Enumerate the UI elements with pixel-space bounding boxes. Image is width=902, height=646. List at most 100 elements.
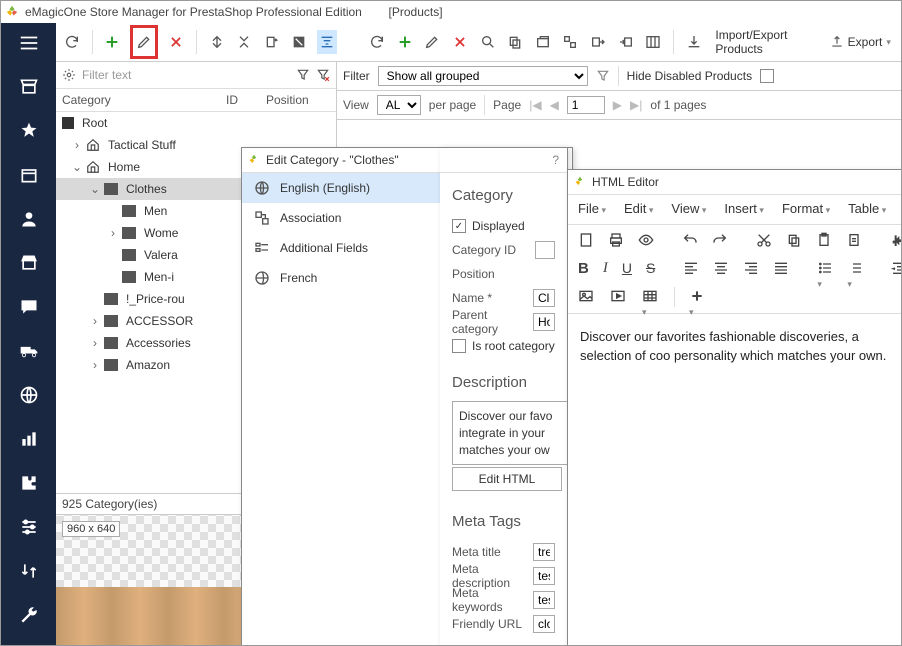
- next-page-icon[interactable]: ▶: [613, 98, 622, 112]
- add-product-icon[interactable]: [395, 30, 415, 54]
- insert-icon[interactable]: ▾: [689, 288, 707, 306]
- star-icon[interactable]: [17, 119, 41, 143]
- align-center-icon[interactable]: [713, 260, 729, 278]
- undo-icon[interactable]: [682, 232, 698, 250]
- wrench-icon[interactable]: [17, 603, 41, 627]
- editor-content[interactable]: Discover our favorites fashionable disco…: [568, 316, 901, 378]
- paste-text-icon[interactable]: [846, 232, 862, 250]
- view-select[interactable]: ALL: [377, 95, 421, 115]
- sliders-icon[interactable]: [17, 515, 41, 539]
- copy-icon[interactable]: [786, 232, 802, 250]
- menu-insert[interactable]: Insert: [724, 201, 764, 216]
- clone2-icon[interactable]: [561, 30, 581, 54]
- align-justify-icon[interactable]: [773, 260, 789, 278]
- media-icon[interactable]: [610, 288, 628, 306]
- expand-icon[interactable]: [207, 30, 227, 54]
- edit-html-button[interactable]: Edit HTML: [452, 467, 562, 491]
- collapse-icon[interactable]: [234, 30, 254, 54]
- edit-category-title: Edit Category - "Clothes": [266, 153, 399, 167]
- strike-icon[interactable]: S: [646, 260, 655, 278]
- refresh-icon[interactable]: [62, 30, 82, 54]
- chart-icon[interactable]: [17, 427, 41, 451]
- funnel-add-icon[interactable]: [296, 68, 310, 82]
- displayed-checkbox[interactable]: ✓: [452, 219, 466, 233]
- menu-format[interactable]: Format: [782, 201, 830, 216]
- search-icon[interactable]: [478, 30, 498, 54]
- store-icon[interactable]: [17, 75, 41, 99]
- tab-additional-fields[interactable]: Additional Fields: [242, 233, 440, 263]
- filter-toggle-icon[interactable]: [317, 30, 337, 54]
- meta-desc-input[interactable]: [533, 567, 555, 585]
- puzzle-icon[interactable]: [17, 471, 41, 495]
- last-page-icon[interactable]: ▶|: [630, 98, 642, 112]
- gear-icon[interactable]: [62, 68, 76, 82]
- name-input[interactable]: [533, 289, 555, 307]
- funnel-clear-icon[interactable]: [316, 68, 330, 82]
- columns-icon[interactable]: [643, 30, 663, 54]
- is-root-checkbox[interactable]: [452, 339, 466, 353]
- outdent-icon[interactable]: [891, 260, 902, 278]
- table-icon[interactable]: ▾: [642, 288, 660, 306]
- block-icon[interactable]: [290, 30, 310, 54]
- menu-file[interactable]: File: [578, 201, 606, 216]
- globe-icon[interactable]: [17, 383, 41, 407]
- hide-disabled-checkbox[interactable]: [760, 69, 774, 83]
- bold-icon[interactable]: B: [578, 260, 589, 278]
- filter-label: Filter: [343, 69, 370, 83]
- underline-icon[interactable]: U: [622, 260, 632, 278]
- move-out-icon[interactable]: [588, 30, 608, 54]
- category-id-input[interactable]: [535, 241, 555, 259]
- first-page-icon[interactable]: |◀: [529, 98, 541, 112]
- paste-icon[interactable]: [816, 232, 832, 250]
- description-preview: Discover our favo integrate in your matc…: [452, 401, 567, 465]
- italic-icon[interactable]: I: [603, 260, 608, 278]
- friendly-url-input[interactable]: [533, 615, 555, 633]
- menu-edit[interactable]: Edit: [624, 201, 653, 216]
- parent-input[interactable]: [533, 313, 555, 331]
- edit-icon[interactable]: [130, 25, 158, 59]
- lang-french[interactable]: French: [242, 263, 440, 293]
- menu-table[interactable]: Table: [848, 201, 886, 216]
- cut-icon[interactable]: [756, 232, 772, 250]
- print-icon[interactable]: [608, 232, 624, 250]
- image-icon[interactable]: [578, 288, 596, 306]
- menu-icon[interactable]: [17, 31, 41, 55]
- shop-icon[interactable]: [17, 251, 41, 275]
- meta-title-input[interactable]: [533, 543, 555, 561]
- copy-special-icon[interactable]: [262, 30, 282, 54]
- new-doc-icon[interactable]: [578, 232, 594, 250]
- funnel-icon[interactable]: [596, 69, 610, 83]
- align-right-icon[interactable]: [743, 260, 759, 278]
- edit-product-icon[interactable]: [423, 30, 443, 54]
- chat-icon[interactable]: [17, 295, 41, 319]
- export-button[interactable]: Export▾: [826, 35, 895, 49]
- preview-icon[interactable]: [638, 232, 654, 250]
- number-list-icon[interactable]: ▾: [847, 260, 863, 278]
- clone-icon[interactable]: [533, 30, 553, 54]
- orders-icon[interactable]: [17, 163, 41, 187]
- page-input[interactable]: [567, 96, 605, 114]
- truck-icon[interactable]: [17, 339, 41, 363]
- tab-association[interactable]: Association: [242, 203, 440, 233]
- lang-english[interactable]: English (English): [242, 173, 440, 203]
- import-icon[interactable]: [684, 30, 704, 54]
- delete-product-icon[interactable]: [450, 30, 470, 54]
- meta-kw-input[interactable]: [533, 591, 555, 609]
- align-left-icon[interactable]: [683, 260, 699, 278]
- find-icon[interactable]: [890, 232, 902, 250]
- copy-icon[interactable]: [505, 30, 525, 54]
- prev-page-icon[interactable]: ◀: [550, 98, 559, 112]
- help-icon[interactable]: ?: [552, 153, 559, 167]
- user-icon[interactable]: [17, 207, 41, 231]
- import-export-button[interactable]: Import/Export Products: [711, 28, 817, 56]
- swap-icon[interactable]: [17, 559, 41, 583]
- add-icon[interactable]: [102, 30, 122, 54]
- section-description: Description: [452, 374, 555, 391]
- menu-view[interactable]: View: [671, 201, 706, 216]
- filter-select[interactable]: Show all grouped: [378, 66, 588, 86]
- redo-icon[interactable]: [712, 232, 728, 250]
- bullet-list-icon[interactable]: ▾: [817, 260, 833, 278]
- refresh-products-icon[interactable]: [367, 30, 387, 54]
- delete-icon[interactable]: [166, 30, 186, 54]
- move-in-icon[interactable]: [616, 30, 636, 54]
